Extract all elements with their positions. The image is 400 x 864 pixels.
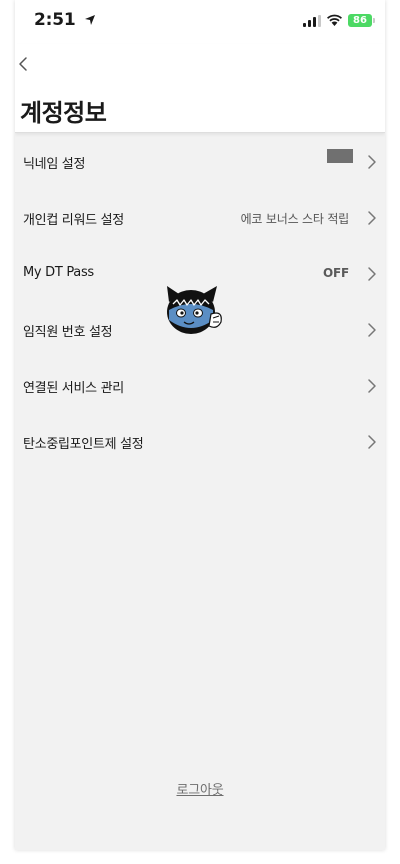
menu-item-personal-cup-reward[interactable]: 개인컵 리워드 설정 에코 보너스 스타 적립 [15, 190, 385, 246]
chevron-right-icon [368, 323, 376, 337]
menu-item-carbon-neutral-points[interactable]: 탄소중립포인트제 설정 [15, 414, 385, 470]
menu-item-label: 닉네임 설정 [23, 157, 86, 172]
menu-item-label: 개인컵 리워드 설정 [23, 213, 124, 228]
status-time: 2:51 [34, 10, 76, 30]
chevron-right-icon [368, 435, 376, 449]
menu-item-value: 에코 보너스 스타 적립 [240, 212, 350, 226]
app-screen: 2:51 86 계정정보 닉네임 설정 개인컵 리워드 설정 에코 보너스 스타… [15, 0, 385, 850]
wifi-icon [327, 14, 342, 26]
mascot-character-icon [167, 286, 222, 334]
menu-item-connected-services[interactable]: 연결된 서비스 관리 [15, 358, 385, 414]
chevron-right-icon [368, 379, 376, 393]
page-title: 계정정보 [20, 99, 107, 127]
battery-icon: 86 [348, 14, 372, 27]
chevron-right-icon [368, 155, 376, 169]
battery-cap [373, 18, 375, 23]
menu-item-label: 임직원 번호 설정 [23, 325, 113, 340]
logout-container: 로그아웃 [15, 779, 385, 798]
nickname-redacted-box [327, 149, 353, 163]
menu-item-nickname[interactable]: 닉네임 설정 [15, 134, 385, 190]
menu-item-value: OFF [323, 266, 349, 280]
menu-item-label: My DT Pass [23, 265, 94, 280]
logout-button[interactable]: 로그아웃 [176, 783, 223, 798]
header: 계정정보 [15, 44, 385, 133]
back-chevron-icon[interactable] [15, 52, 49, 76]
chevron-right-icon [368, 211, 376, 225]
menu-item-label: 연결된 서비스 관리 [23, 381, 124, 396]
status-bar: 2:51 86 [15, 0, 385, 44]
chevron-right-icon [368, 267, 376, 281]
signal-icon [303, 15, 321, 27]
location-arrow-icon [85, 15, 95, 25]
menu-item-label: 탄소중립포인트제 설정 [23, 437, 144, 452]
